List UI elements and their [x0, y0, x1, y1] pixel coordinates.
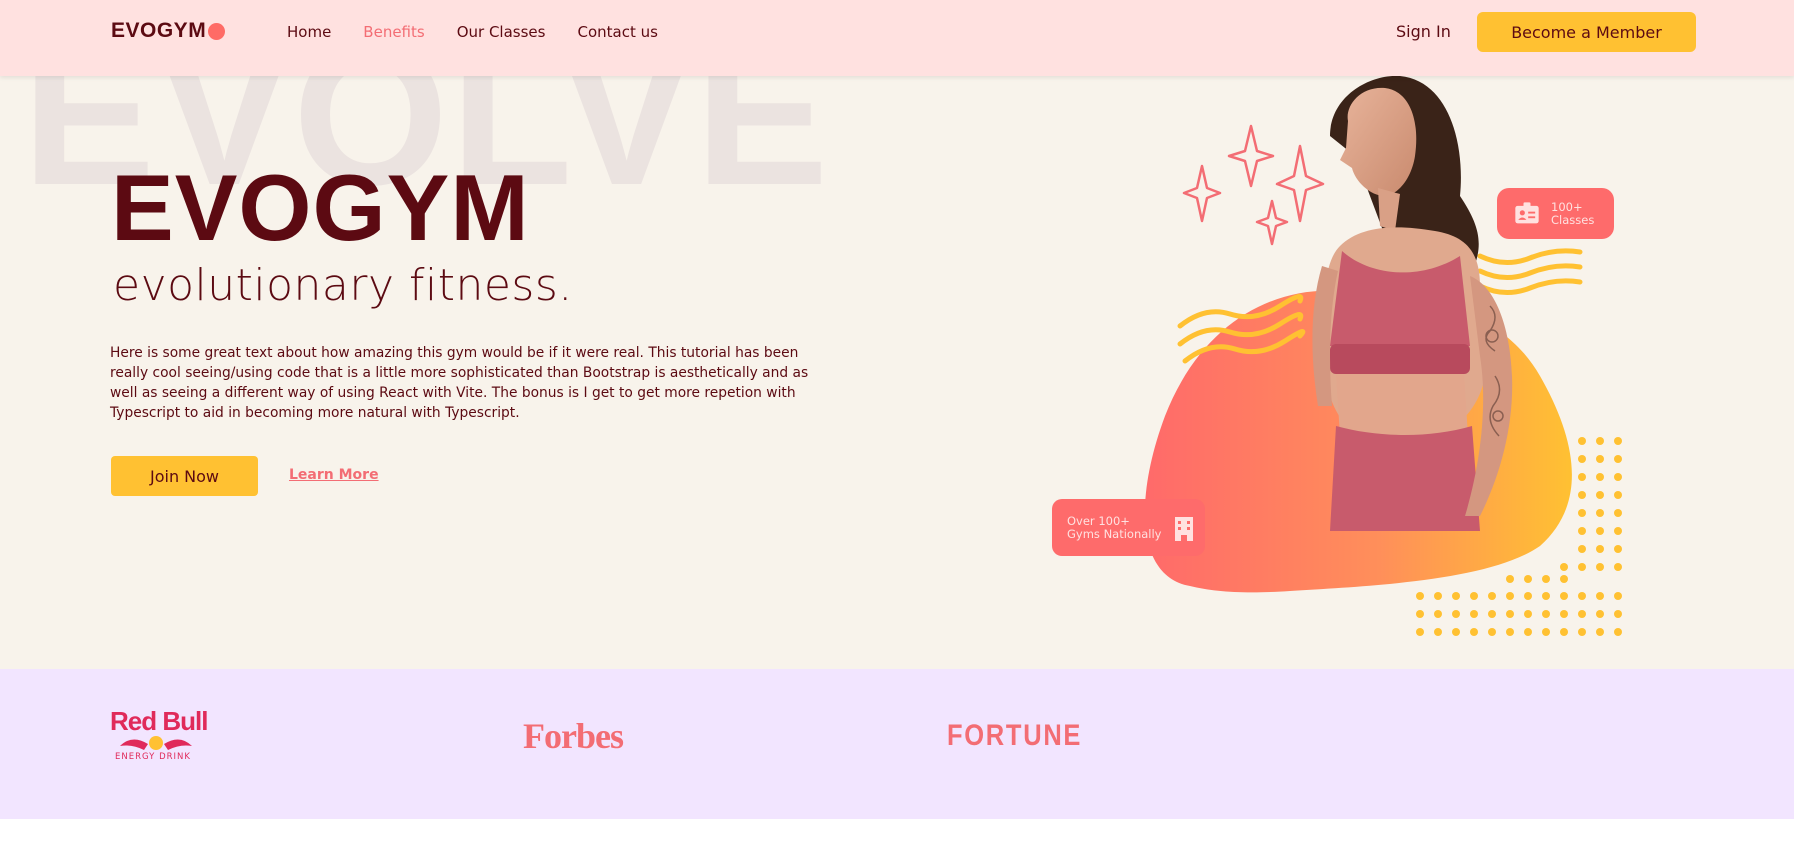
nav-links: Home Benefits Our Classes Contact us	[287, 0, 690, 64]
sparkle-icons	[1182, 124, 1325, 246]
gyms-badge-line2: Gyms Nationally	[1067, 526, 1162, 541]
nav-link-benefits[interactable]: Benefits	[363, 23, 424, 41]
hero-subtitle: evolutionary fitness.	[113, 260, 573, 311]
forbes-logo-text: Forbes	[523, 716, 624, 756]
hero-description: Here is some great text about how amazin…	[110, 345, 809, 421]
sponsor-fortune: FORTUNE	[947, 719, 1106, 753]
woman-figure	[1312, 76, 1513, 531]
nav-link-home[interactable]: Home	[287, 23, 331, 41]
hero-graphic	[1144, 76, 1622, 636]
logo-text: EVOGYM	[111, 19, 207, 42]
sponsor-redbull: Red Bull ENERGY DRINK	[110, 706, 208, 762]
redbull-bulls-icon	[120, 736, 192, 750]
hero-section: EVOLVE EVOGYM evolutionary fitness. Here…	[0, 76, 1794, 669]
gyms-badge: Over 100+ Gyms Nationally	[1052, 499, 1205, 556]
classes-badge: 100+ Classes	[1497, 188, 1614, 239]
hero-title: EVOGYM	[111, 155, 530, 260]
fortune-logo-text: FORTUNE	[947, 719, 1083, 752]
redbull-logo-text: Red Bull	[110, 706, 208, 736]
nav-link-our-classes[interactable]: Our Classes	[457, 23, 546, 41]
gyms-badge-line1: Over 100+	[1067, 513, 1130, 528]
logo[interactable]: EVOGYM	[111, 19, 226, 43]
become-member-button[interactable]: Become a Member	[1477, 12, 1696, 52]
logo-dot-icon	[208, 22, 226, 40]
redbull-tagline: ENERGY DRINK	[115, 752, 191, 762]
sign-in-link[interactable]: Sign In	[1396, 22, 1451, 41]
sponsors-section: Red Bull ENERGY DRINK Forbes FORTUNE	[0, 669, 1794, 819]
nav-link-contact-us[interactable]: Contact us	[577, 23, 657, 41]
id-card-icon	[1515, 201, 1539, 223]
classes-badge-line2: Classes	[1551, 212, 1595, 227]
building-icon	[1174, 516, 1193, 541]
navbar: EVOGYM Home Benefits Our Classes Contact…	[0, 0, 1794, 76]
join-now-button[interactable]: Join Now	[111, 456, 258, 496]
learn-more-link[interactable]: Learn More	[289, 467, 379, 483]
classes-badge-line1: 100+	[1551, 199, 1583, 214]
sponsor-forbes: Forbes	[523, 715, 624, 757]
